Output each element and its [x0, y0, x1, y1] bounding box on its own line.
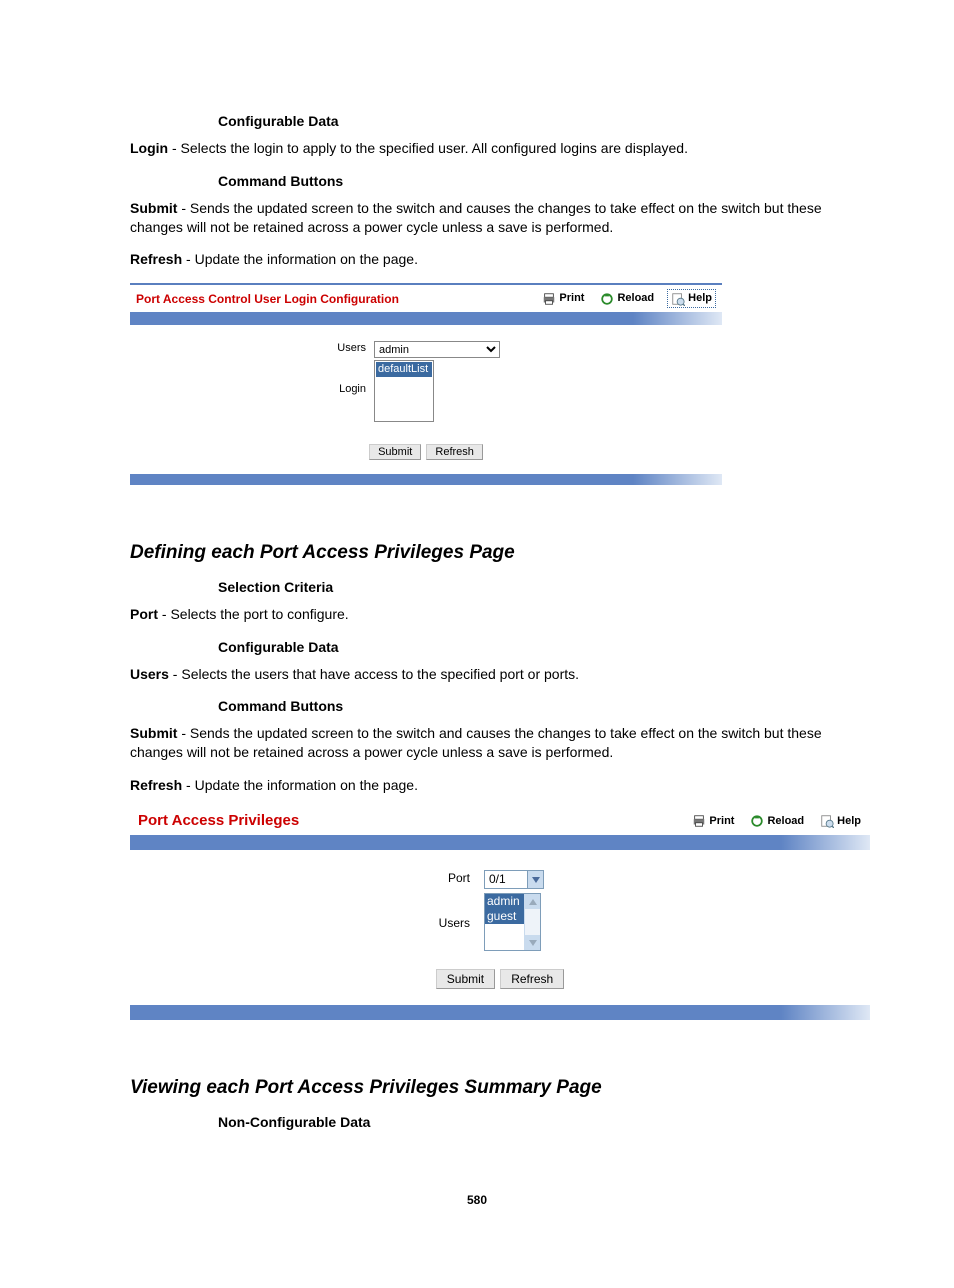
print-label: Print [559, 291, 584, 306]
label-login: Login [130, 360, 374, 422]
login-option-selected[interactable]: defaultList [376, 362, 432, 377]
submit-button[interactable]: Submit [369, 444, 421, 460]
def-refresh: Refresh - Update the information on the … [130, 776, 824, 795]
print-icon [542, 292, 556, 306]
scrollbar[interactable] [524, 894, 540, 950]
help-icon [820, 814, 834, 828]
reload-icon [750, 814, 764, 828]
print-label: Print [709, 814, 734, 829]
panel2-title: Port Access Privileges [134, 811, 679, 831]
reload-label: Reload [767, 814, 804, 829]
print-button[interactable]: Print [689, 813, 737, 830]
reload-icon [600, 292, 614, 306]
chevron-up-icon[interactable] [525, 894, 540, 909]
panel1-header: Port Access Control User Login Configura… [130, 285, 722, 312]
refresh-button[interactable]: Refresh [426, 444, 483, 460]
def-submit: Submit - Sends the updated screen to the… [130, 199, 824, 237]
label-users: Users [130, 341, 374, 358]
heading-command-buttons: Command Buttons [218, 697, 824, 716]
def-submit: Submit - Sends the updated screen to the… [130, 724, 824, 762]
def-refresh: Refresh - Update the information on the … [130, 250, 824, 269]
reload-button[interactable]: Reload [597, 290, 657, 307]
label-port: Port [130, 870, 484, 889]
help-button[interactable]: Help [817, 813, 864, 830]
page-number: 580 [130, 1192, 824, 1208]
chevron-down-icon[interactable] [525, 935, 540, 950]
def-users: Users - Selects the users that have acce… [130, 665, 824, 684]
user-option[interactable]: guest [485, 909, 524, 924]
print-button[interactable]: Print [539, 290, 587, 307]
users-select[interactable]: admin [374, 341, 500, 358]
submit-button[interactable]: Submit [436, 969, 495, 989]
panel-port-access-privileges: Port Access Privileges Print Reload Help… [130, 809, 870, 1020]
panel2-header: Port Access Privileges Print Reload Help [130, 809, 870, 835]
refresh-button[interactable]: Refresh [500, 969, 564, 989]
help-label: Help [688, 291, 712, 306]
users-listbox[interactable]: admin guest [484, 893, 541, 951]
reload-button[interactable]: Reload [747, 813, 807, 830]
panel1-title: Port Access Control User Login Configura… [136, 291, 529, 307]
heading-configurable-data: Configurable Data [218, 112, 824, 131]
heading-command-buttons: Command Buttons [218, 172, 824, 191]
def-login: Login - Selects the login to apply to th… [130, 139, 824, 158]
section-title-defining: Defining each Port Access Privileges Pag… [130, 540, 824, 566]
user-option[interactable]: admin [485, 894, 524, 909]
heading-configurable-data: Configurable Data [218, 638, 824, 657]
heading-non-configurable-data: Non-Configurable Data [218, 1113, 824, 1132]
port-select[interactable]: 0/1 [484, 870, 544, 889]
section-title-viewing: Viewing each Port Access Privileges Summ… [130, 1075, 824, 1101]
heading-selection-criteria: Selection Criteria [218, 578, 824, 597]
label-users: Users [130, 893, 484, 951]
divider-bar [130, 1005, 870, 1020]
reload-label: Reload [617, 291, 654, 306]
help-label: Help [837, 814, 861, 829]
chevron-down-icon [527, 871, 543, 888]
def-port: Port - Selects the port to configure. [130, 605, 824, 624]
port-value: 0/1 [485, 871, 527, 888]
divider-bar [130, 474, 722, 485]
login-listbox[interactable]: defaultList [374, 360, 434, 422]
divider-bar [130, 312, 722, 325]
print-icon [692, 814, 706, 828]
panel-user-login-config: Port Access Control User Login Configura… [130, 283, 722, 485]
help-button[interactable]: Help [667, 289, 716, 308]
help-icon [671, 292, 685, 306]
divider-bar [130, 835, 870, 850]
